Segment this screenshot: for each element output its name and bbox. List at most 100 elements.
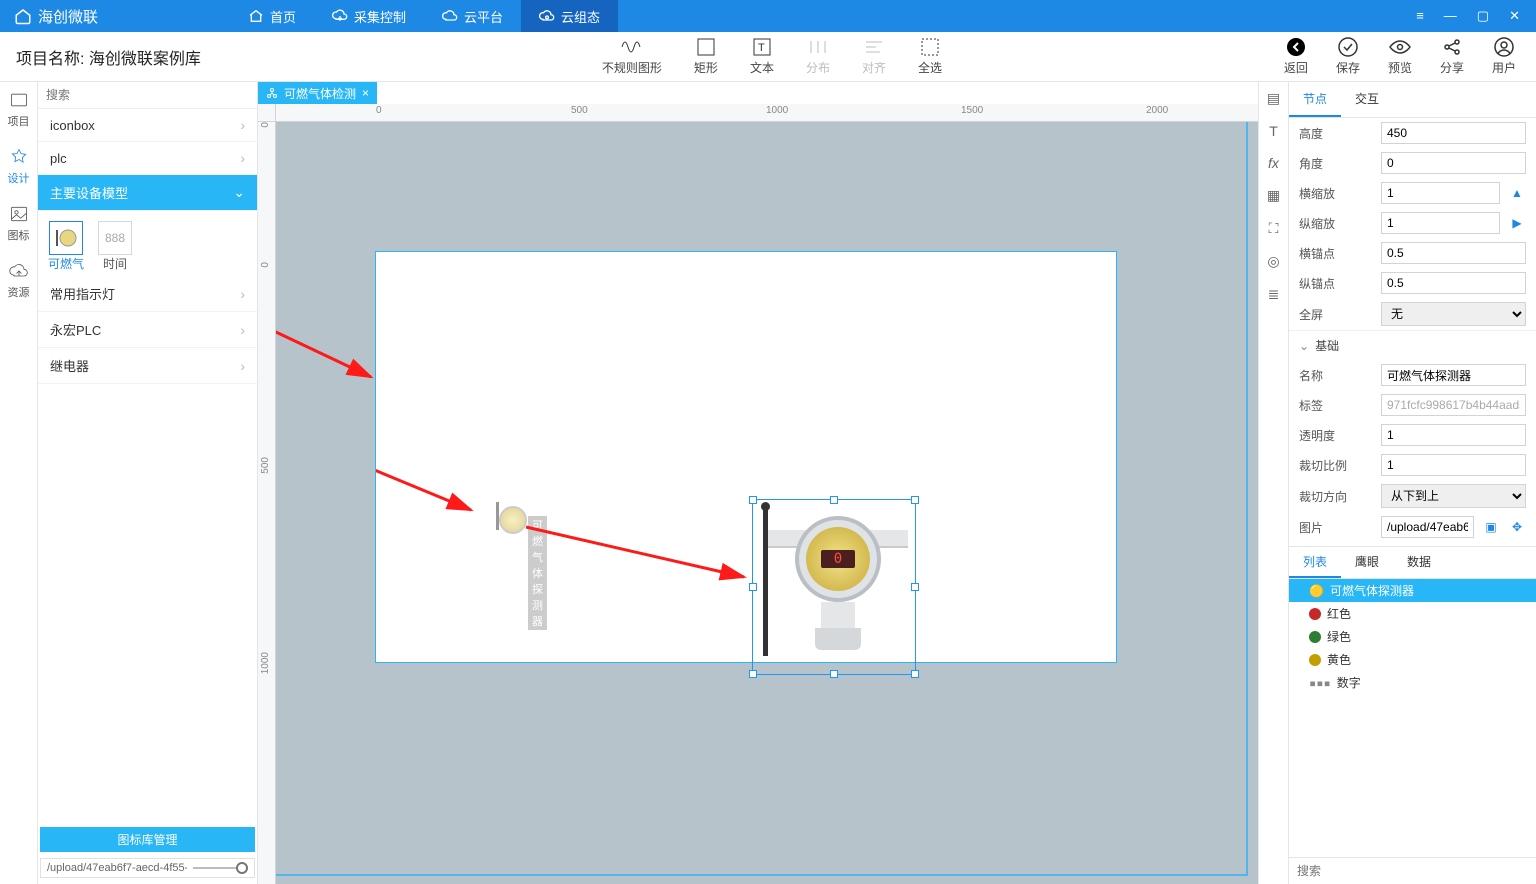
close-icon[interactable]: ✕ bbox=[1509, 8, 1520, 24]
ghost-detector[interactable]: 可燃气体探测器 bbox=[496, 502, 527, 535]
tool-rect[interactable]: 矩形 bbox=[694, 37, 718, 76]
layer-yellow[interactable]: 黄色 bbox=[1289, 648, 1536, 671]
prop-select-fullscreen[interactable]: 无 bbox=[1381, 302, 1526, 326]
prop-input-name[interactable] bbox=[1381, 364, 1526, 386]
minimize-icon[interactable]: — bbox=[1444, 8, 1457, 24]
handle-s[interactable] bbox=[830, 670, 838, 678]
maximize-icon[interactable]: ▢ bbox=[1477, 8, 1489, 24]
rrail-grid-icon[interactable]: ▦ bbox=[1267, 187, 1280, 204]
layer-green[interactable]: 绿色 bbox=[1289, 625, 1536, 648]
tool-user[interactable]: 用户 bbox=[1492, 37, 1516, 76]
handle-sw[interactable] bbox=[749, 670, 757, 678]
tool-share[interactable]: 分享 bbox=[1440, 37, 1464, 76]
rrail-fit-icon[interactable]: ⛶ bbox=[1269, 220, 1279, 237]
rail-icons[interactable]: 图标 bbox=[8, 204, 30, 243]
nav-collect[interactable]: 采集控制 bbox=[314, 0, 424, 32]
prop-input-anchory[interactable] bbox=[1381, 272, 1526, 294]
layer-red[interactable]: 红色 bbox=[1289, 602, 1536, 625]
lib-item-plc[interactable]: plc› bbox=[38, 142, 257, 175]
lib-item-yhplc[interactable]: 永宏PLC› bbox=[38, 312, 257, 348]
save-icon bbox=[1337, 37, 1359, 57]
handle-w[interactable] bbox=[749, 583, 757, 591]
tool-back[interactable]: 返回 bbox=[1284, 37, 1308, 76]
prop-input-scaley[interactable] bbox=[1381, 212, 1500, 234]
prop-label-height: 高度 bbox=[1299, 125, 1373, 142]
lib-tile-time[interactable]: 888 时间 bbox=[98, 221, 132, 272]
tool-irregular[interactable]: 不规则图形 bbox=[602, 37, 662, 76]
prop-input-image[interactable] bbox=[1381, 516, 1474, 538]
ruler-corner bbox=[258, 104, 276, 122]
user-icon bbox=[1493, 37, 1515, 57]
canvas-page[interactable]: 可燃气体探测器 0 bbox=[376, 252, 1116, 662]
prop-label-scalex: 横缩放 bbox=[1299, 185, 1373, 202]
tool-save[interactable]: 保存 bbox=[1336, 37, 1360, 76]
prop-select-cropdir[interactable]: 从下到上 bbox=[1381, 484, 1526, 508]
yellow-dot-icon bbox=[1309, 654, 1321, 666]
tool-selectall[interactable]: 全选 bbox=[918, 37, 942, 76]
handle-ne[interactable] bbox=[911, 496, 919, 504]
lib-item-main-models[interactable]: 主要设备模型⌄ bbox=[38, 175, 257, 211]
lib-tile-gas[interactable]: 可燃气 bbox=[48, 221, 84, 272]
cloud-download-icon bbox=[332, 8, 348, 24]
flip-h-icon[interactable]: ▲ bbox=[1508, 186, 1526, 200]
props-search-input[interactable] bbox=[1289, 857, 1536, 884]
prop-input-cropratio[interactable] bbox=[1381, 454, 1526, 476]
tab-close-icon[interactable]: × bbox=[362, 86, 369, 100]
prop-input-opacity[interactable] bbox=[1381, 424, 1526, 446]
prop-input-tag[interactable] bbox=[1381, 394, 1526, 416]
lib-item-iconbox[interactable]: iconbox› bbox=[38, 109, 257, 142]
canvas-stage[interactable]: 可燃气体探测器 0 bbox=[276, 122, 1258, 884]
image-thumb-icon[interactable]: ▣ bbox=[1482, 520, 1500, 534]
bottom-tab-data[interactable]: 数据 bbox=[1393, 547, 1445, 578]
rrail-center-icon[interactable]: ◎ bbox=[1267, 253, 1279, 270]
lib-item-indicator[interactable]: 常用指示灯› bbox=[38, 276, 257, 312]
lib-item-relay[interactable]: 继电器› bbox=[38, 348, 257, 384]
selection-box[interactable]: 0 bbox=[752, 499, 916, 675]
handle-n[interactable] bbox=[830, 496, 838, 504]
layer-detector[interactable]: 🟡可燃气体探测器 bbox=[1289, 579, 1536, 602]
layer-number[interactable]: ▪▪▪数字 bbox=[1289, 671, 1536, 694]
bottom-tab-list[interactable]: 列表 bbox=[1289, 547, 1341, 578]
eye-icon bbox=[1389, 37, 1411, 57]
selectall-icon bbox=[919, 37, 941, 57]
prop-input-anchorx[interactable] bbox=[1381, 242, 1526, 264]
canvas-tab[interactable]: 可燃气体检测 × bbox=[258, 82, 377, 104]
prop-label-opacity: 透明度 bbox=[1299, 427, 1373, 444]
rail-project[interactable]: 项目 bbox=[8, 90, 30, 129]
logo-icon bbox=[14, 7, 32, 25]
rail-resource[interactable]: 资源 bbox=[8, 261, 30, 300]
rrail-text-icon[interactable]: T bbox=[1269, 123, 1278, 139]
lib-path-slider[interactable]: /upload/47eab6f7-aecd-4f55-b29 bbox=[40, 858, 255, 878]
bottom-tab-eagle[interactable]: 鹰眼 bbox=[1341, 547, 1393, 578]
nav-cloud[interactable]: 云平台 bbox=[424, 0, 521, 32]
slider-knob-icon[interactable] bbox=[236, 862, 248, 874]
prop-label-angle: 角度 bbox=[1299, 155, 1373, 172]
rrail-more-icon[interactable]: ≣ bbox=[1268, 286, 1280, 303]
text-icon: T bbox=[751, 37, 773, 57]
menu-icon[interactable]: ≡ bbox=[1416, 8, 1424, 24]
lib-search-input[interactable] bbox=[38, 82, 257, 109]
flip-v-icon[interactable]: ▶ bbox=[1508, 216, 1526, 230]
handle-e[interactable] bbox=[911, 583, 919, 591]
prop-input-angle[interactable] bbox=[1381, 152, 1526, 174]
prop-section-basic[interactable]: ⌄基础 bbox=[1289, 330, 1536, 360]
props-tab-node[interactable]: 节点 bbox=[1289, 82, 1341, 117]
prop-input-scalex[interactable] bbox=[1381, 182, 1500, 204]
prop-label-scaley: 纵缩放 bbox=[1299, 215, 1373, 232]
rail-design[interactable]: 设计 bbox=[8, 147, 30, 186]
tool-preview[interactable]: 预览 bbox=[1388, 37, 1412, 76]
handle-nw[interactable] bbox=[749, 496, 757, 504]
handle-se[interactable] bbox=[911, 670, 919, 678]
rrail-fx-icon[interactable]: fx bbox=[1268, 155, 1279, 171]
image-pick-icon[interactable]: ✥ bbox=[1508, 520, 1526, 534]
tool-text[interactable]: T文本 bbox=[750, 37, 774, 76]
nav-config[interactable]: 云组态 bbox=[521, 0, 618, 32]
props-tab-interact[interactable]: 交互 bbox=[1341, 82, 1393, 117]
prop-input-height[interactable] bbox=[1381, 122, 1526, 144]
rrail-layers-icon[interactable]: ▤ bbox=[1267, 90, 1280, 107]
home-icon bbox=[248, 8, 264, 24]
prop-label-anchorx: 横锚点 bbox=[1299, 245, 1373, 262]
vertical-ruler: 0 0 500 1000 bbox=[258, 122, 276, 884]
lib-manage-button[interactable]: 图标库管理 bbox=[40, 827, 255, 852]
nav-home[interactable]: 首页 bbox=[230, 0, 314, 32]
